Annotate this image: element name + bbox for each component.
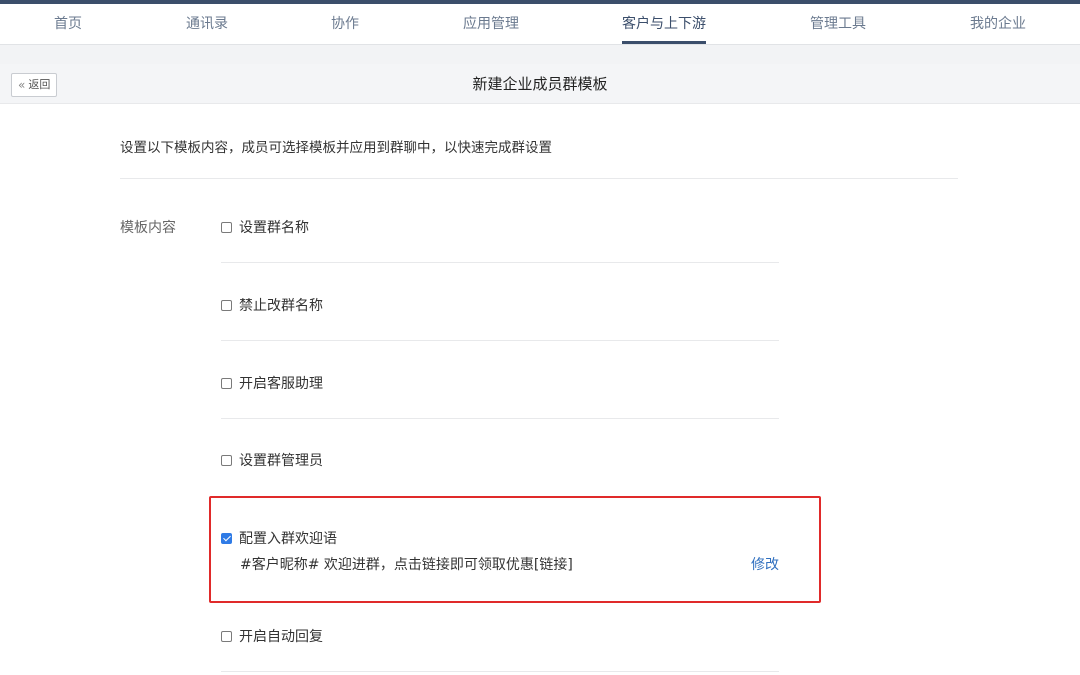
checkbox[interactable] [221,299,232,311]
nav-home[interactable]: 首页 [54,4,82,44]
section-label: 模板内容 [120,220,176,236]
nav-label: 首页 [54,16,82,32]
checkbox[interactable] [221,630,232,642]
option-set-group-name[interactable]: 设置群名称 [221,217,309,237]
top-nav: 首页 通讯录 协作 应用管理 客户与上下游 管理工具 我的企业 [0,4,1080,45]
divider [221,262,779,263]
intro-text: 设置以下模板内容，成员可选择模板并应用到群聊中，以快速完成群设置 [120,140,552,156]
edit-welcome-link[interactable]: 修改 [751,554,779,574]
nav-admin-tools[interactable]: 管理工具 [810,4,866,44]
main-panel: « 返回 新建企业成员群模板 设置以下模板内容，成员可选择模板并应用到群聊中，以… [0,64,1080,675]
option-set-group-admin[interactable]: 设置群管理员 [221,450,323,470]
page-title: 新建企业成员群模板 [472,75,608,93]
nav-label: 应用管理 [463,16,519,32]
option-auto-reply[interactable]: 开启自动回复 [221,626,323,646]
option-label: 设置群名称 [239,220,309,236]
welcome-message-text: #客户昵称# 欢迎进群，点击链接即可领取优惠[链接] [240,557,573,573]
nav-contacts[interactable]: 通讯录 [186,4,228,44]
checkbox-checked[interactable] [221,532,232,544]
option-customer-service-assistant[interactable]: 开启客服助理 [221,373,323,393]
option-label: 设置群管理员 [239,453,323,469]
divider [221,418,779,419]
nav-app-management[interactable]: 应用管理 [463,4,519,44]
highlight-box [209,496,821,603]
divider [221,340,779,341]
option-label: 开启自动回复 [239,629,323,645]
nav-my-enterprise[interactable]: 我的企业 [970,4,1026,44]
option-label: 开启客服助理 [239,376,323,392]
option-welcome-message[interactable]: 配置入群欢迎语 [221,528,337,548]
checkbox[interactable] [221,454,232,466]
nav-label: 协作 [331,16,359,32]
nav-label: 我的企业 [970,16,1026,32]
nav-collaboration[interactable]: 协作 [331,4,359,44]
checkbox[interactable] [221,377,232,389]
nav-label: 通讯录 [186,16,228,32]
divider [221,671,779,672]
option-label: 配置入群欢迎语 [239,531,337,547]
nav-label: 客户与上下游 [622,16,706,32]
option-forbid-rename[interactable]: 禁止改群名称 [221,295,323,315]
nav-active-underline [622,41,706,44]
checkbox[interactable] [221,221,232,233]
nav-customers[interactable]: 客户与上下游 [622,4,706,44]
divider [120,178,958,179]
panel-header: « 返回 新建企业成员群模板 [0,64,1080,104]
nav-label: 管理工具 [810,16,866,32]
option-label: 禁止改群名称 [239,298,323,314]
